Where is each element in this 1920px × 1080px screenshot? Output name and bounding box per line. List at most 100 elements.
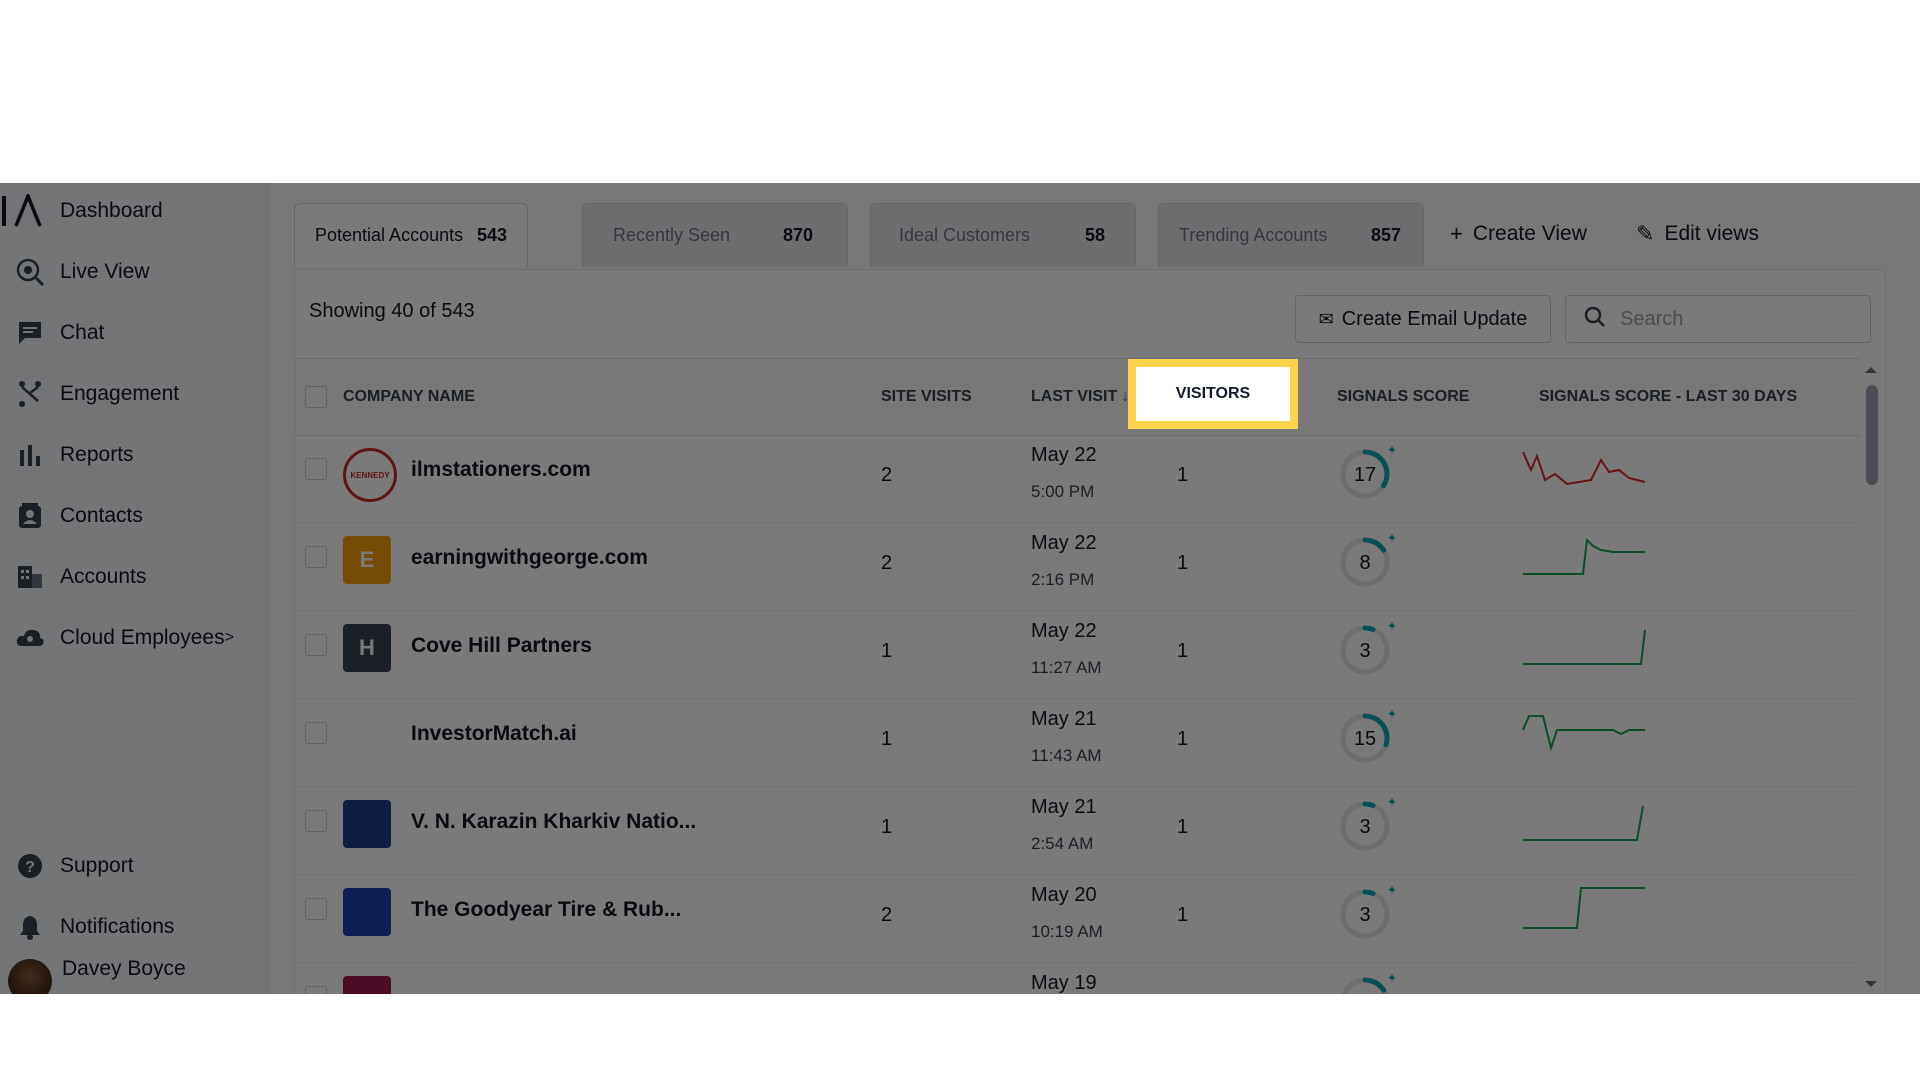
company-name[interactable]: ilmstationers.com (411, 458, 591, 482)
signals-score-gauge: ✦ 15 (1339, 707, 1397, 764)
sidebar-item-label: Accounts (60, 565, 147, 588)
tab-potential-accounts[interactable]: Potential Accounts 543 (294, 203, 528, 267)
column-signals-trend[interactable]: SIGNALS SCORE - LAST 30 DAYS (1539, 359, 1797, 435)
last-visit-date: May 22 (1031, 532, 1097, 554)
column-last-visit-label: LAST VISIT (1031, 388, 1118, 405)
signals-score-value: 3 (1359, 904, 1370, 926)
company-name[interactable]: The Goodyear Tire & Rub... (411, 898, 681, 922)
column-visitors-highlight[interactable]: VISITORS (1128, 359, 1298, 429)
last-visit-time: 2:16 PM (1031, 570, 1095, 589)
row-checkbox[interactable] (305, 810, 327, 832)
table-row[interactable]: H Cove Hill Partners 1 May 22 11:27 AM 1 ✦ 3 (295, 610, 1861, 699)
table-row[interactable]: May 19 ✦ (295, 962, 1861, 994)
row-checkbox-cell (305, 898, 327, 920)
score-ring-icon: ✦3 (1340, 619, 1397, 675)
signals-score-value: 3 (1359, 816, 1370, 838)
sidebar-item-cloud-employees[interactable]: Cloud Employees > (14, 618, 234, 658)
signals-score-gauge: ✦ 3 (1339, 883, 1397, 940)
site-visits: 2 (881, 904, 893, 926)
column-site-visits[interactable]: SITE VISITS (881, 359, 972, 435)
tab-label: Recently Seen (613, 225, 731, 245)
sidebar-item-contacts[interactable]: Contacts (14, 496, 143, 536)
signals-trend-sparkline (1521, 972, 1647, 994)
user-name: Davey Boyce (62, 957, 186, 980)
last-visit-time: 11:43 AM (1031, 746, 1102, 765)
visitors-count: 1 (1177, 728, 1189, 750)
company-logo (343, 976, 391, 994)
last-visit-time: 10:19 AM (1031, 922, 1103, 941)
row-checkbox[interactable] (305, 722, 327, 744)
sidebar-item-live-view[interactable]: Live View (14, 252, 150, 292)
live-view-icon (14, 256, 46, 288)
table-row[interactable]: V. N. Karazin Kharkiv Natio... 1 May 21 2:5… (295, 786, 1861, 875)
visitors-count: 1 (1177, 552, 1189, 574)
sidebar-item-chat[interactable]: Chat (14, 313, 104, 353)
last-visit-date: May 20 (1031, 884, 1097, 906)
tab-label: Trending Accounts (1179, 225, 1328, 245)
accounts-icon (14, 561, 46, 593)
column-last-visit[interactable]: LAST VISIT ↓ (1031, 359, 1129, 435)
company-logo (343, 712, 391, 760)
user-profile[interactable]: Davey Boyce (8, 957, 186, 994)
score-ring-icon: ✦ 15 (1340, 707, 1397, 763)
row-checkbox[interactable] (305, 898, 327, 920)
create-email-update-button[interactable]: ✉ Create Email Update (1295, 295, 1551, 343)
email-icon: ✉ (1318, 308, 1334, 329)
sidebar: Dashboard Live View Chat Engagement Repo… (0, 183, 269, 994)
tab-recently-seen[interactable]: Recently Seen 870 (582, 203, 848, 267)
row-checkbox-cell (305, 810, 327, 832)
create-view-button[interactable]: + Create View (1450, 221, 1587, 247)
sidebar-item-label: Notifications (60, 915, 175, 938)
tab-label: Ideal Customers (899, 225, 1031, 245)
sidebar-item-label: Reports (60, 443, 134, 466)
last-visit-time: 11:27 AM (1031, 658, 1102, 677)
sidebar-item-label: Cloud Employees (60, 626, 225, 649)
engagement-icon (14, 378, 46, 410)
row-checkbox[interactable] (305, 634, 327, 656)
scrollbar-thumb[interactable] (1866, 385, 1878, 485)
signals-score-gauge: ✦ 3 (1339, 795, 1397, 852)
plus-icon: + (1450, 221, 1463, 246)
company-name[interactable]: V. N. Karazin Kharkiv Natio... (411, 810, 696, 834)
svg-text:?: ? (25, 859, 35, 876)
select-all-checkbox-cell (305, 359, 327, 435)
search-input[interactable] (1618, 306, 1842, 332)
row-checkbox[interactable] (305, 546, 327, 568)
sidebar-item-notifications[interactable]: Notifications (14, 907, 174, 947)
sidebar-item-support[interactable]: ? Support (14, 846, 134, 886)
sidebar-item-dashboard[interactable]: Dashboard (0, 191, 163, 231)
select-all-checkbox[interactable] (305, 386, 327, 408)
tab-trending-accounts[interactable]: Trending Accounts 857 (1158, 203, 1424, 267)
sidebar-item-label: Chat (60, 321, 105, 344)
score-ring-icon: ✦8 (1340, 531, 1397, 587)
tab-label: Potential Accounts (315, 225, 464, 245)
table-row[interactable]: KENNEDY ilmstationers.com 2 May 22 5:00 PM 1 ✦… (295, 434, 1861, 523)
signals-trend-sparkline (1523, 537, 1645, 575)
main-content: Potential Accounts 543 Recently Seen 870… (268, 183, 1920, 994)
score-ring-icon: ✦3 (1340, 795, 1397, 851)
sidebar-item-accounts[interactable]: Accounts (14, 557, 146, 597)
edit-views-label: Edit views (1664, 222, 1759, 245)
sidebar-item-engagement[interactable]: Engagement (14, 374, 179, 414)
row-checkbox[interactable] (305, 986, 327, 994)
company-logo (343, 888, 391, 936)
row-checkbox[interactable] (305, 458, 327, 480)
svg-text:✦: ✦ (1387, 708, 1395, 721)
tab-ideal-customers[interactable]: Ideal Customers 58 (870, 203, 1136, 267)
last-visit-date: May 21 (1031, 796, 1097, 818)
svg-text:✦: ✦ (1387, 532, 1395, 545)
company-name[interactable]: Cove Hill Partners (411, 634, 592, 658)
column-company-name[interactable]: COMPANY NAME (343, 359, 475, 435)
column-signals-score[interactable]: SIGNALS SCORE (1337, 359, 1469, 435)
company-name[interactable]: InvestorMatch.ai (411, 722, 577, 746)
company-logo (343, 800, 391, 848)
table-row[interactable]: InvestorMatch.ai 1 May 21 11:43 AM 1 ✦ 15 (295, 698, 1861, 787)
search-icon (1584, 306, 1606, 333)
pencil-icon: ✎ (1636, 221, 1655, 246)
sidebar-item-reports[interactable]: Reports (14, 435, 134, 475)
score-ring-icon: ✦ 17 (1340, 443, 1397, 499)
company-name[interactable]: earningwithgeorge.com (411, 546, 648, 570)
edit-views-button[interactable]: ✎ Edit views (1636, 221, 1759, 247)
table-row[interactable]: Eearningwithgeorge.com 2 May 22 2:16 PM 1 ✦ 8 (295, 522, 1861, 611)
table-row[interactable]: The Goodyear Tire & Rub... 2 May 20 10:19 A… (295, 874, 1861, 963)
